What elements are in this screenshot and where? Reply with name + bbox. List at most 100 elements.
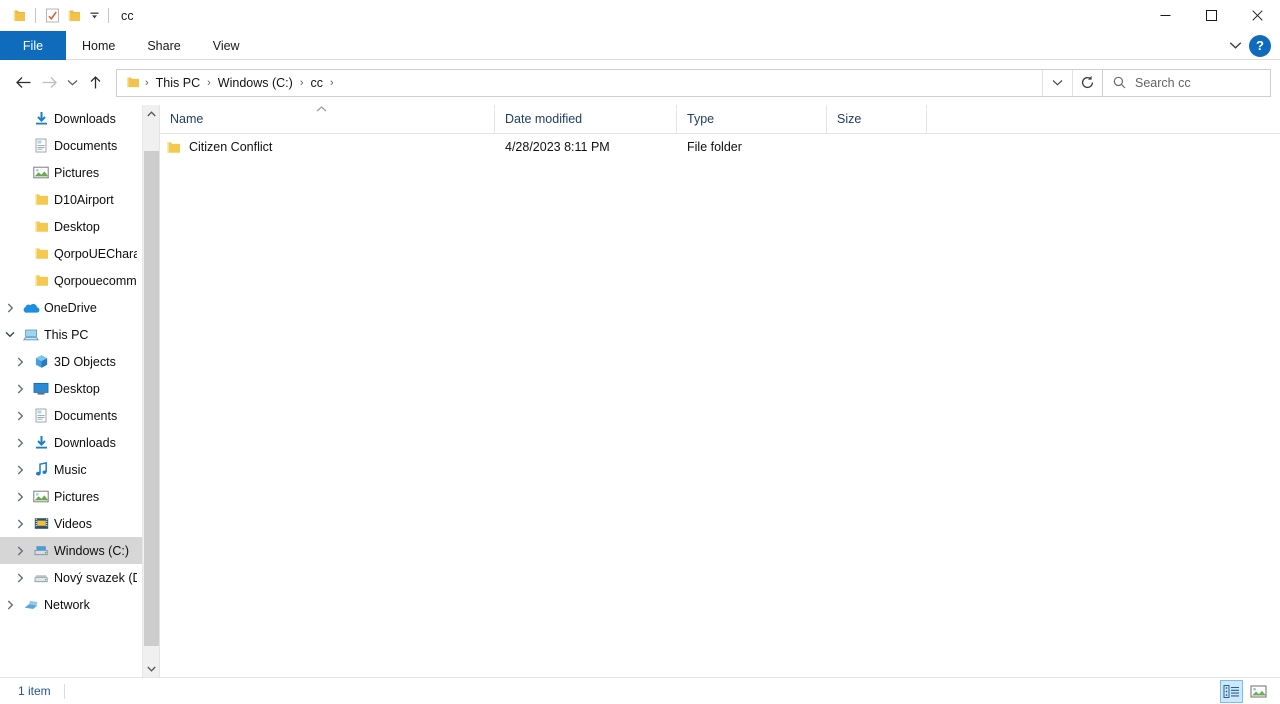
maximize-button[interactable] [1188,0,1234,31]
navigation-scrollbar[interactable] [142,105,159,677]
sidebar-item-label: This PC [44,327,89,342]
chevron-right-icon[interactable] [10,573,30,583]
up-button[interactable] [82,70,108,96]
sidebar-item-label: Downloads [54,111,116,126]
sidebar-item-documents[interactable]: Documents [0,402,159,429]
scrollbar-thumb[interactable] [144,151,159,646]
scroll-up-arrow-icon[interactable] [143,105,159,122]
sidebar-item-pictures[interactable]: Pictures [0,483,159,510]
column-header-size-label: Size [837,112,862,126]
column-header-size[interactable]: Size [827,105,927,133]
sidebar-item-documents[interactable]: Documents [0,132,159,159]
breadcrumb-separator-2[interactable]: › [298,77,306,89]
qat-properties-icon[interactable] [41,5,63,27]
ribbon-collapse-chevron-down-icon[interactable] [1223,34,1247,58]
tab-home[interactable]: Home [66,31,131,60]
videos-icon [30,517,52,530]
sidebar-item-music[interactable]: Music [0,456,159,483]
qat-new-folder-icon[interactable] [63,5,85,27]
sidebar-item-onedrive[interactable]: OneDrive [0,294,159,321]
sidebar-item-label: Network [44,597,90,612]
folder-icon [30,247,52,260]
sidebar-item-label: Desktop [54,219,100,234]
column-header-date-modified[interactable]: Date modified [495,105,677,133]
qat-chevron-down-icon[interactable] [85,5,103,27]
sidebar-item-label: Documents [54,408,118,423]
download-icon [30,111,52,126]
forward-button[interactable] [36,70,62,96]
network-icon [20,598,42,612]
back-button[interactable] [10,70,36,96]
column-header-name[interactable]: Name [160,105,495,133]
sidebar-item-desktop[interactable]: Desktop [0,213,159,240]
chevron-right-icon[interactable] [10,546,30,556]
sidebar-item-pictures[interactable]: Pictures [0,159,159,186]
breadcrumb-folder-icon [123,76,143,89]
chevron-right-icon[interactable] [0,303,20,313]
sidebar-item-this-pc[interactable]: This PC [0,321,159,348]
minimize-button[interactable] [1142,0,1188,31]
column-headers: Name Date modified Type Size [160,105,1280,134]
close-button[interactable] [1234,0,1280,31]
scroll-down-arrow-icon[interactable] [143,660,159,677]
sidebar-item-qorpouecharact[interactable]: QorpoUECharact [0,240,159,267]
breadcrumb-separator-3[interactable]: › [328,77,336,89]
chevron-right-icon[interactable] [10,465,30,475]
breadcrumb-item-this-pc[interactable]: This PC [151,72,205,94]
search-placeholder: Search cc [1135,75,1191,90]
explorer-body: Downloads Documents Pictures D10Airport Desk… [0,105,1280,677]
sidebar-item-label: Videos [54,516,92,531]
chevron-right-icon[interactable] [0,600,20,610]
breadcrumb-item-cc[interactable]: cc [305,72,328,94]
chevron-down-icon[interactable] [0,331,20,338]
sidebar-item-downloads[interactable]: Downloads [0,429,159,456]
sidebar-item-qorpouecommo[interactable]: Qorpouecommo [0,267,159,294]
music-icon [30,462,52,477]
recent-locations-chevron-down-icon[interactable] [62,70,82,96]
address-dropdown-chevron-down-icon[interactable] [1042,69,1072,96]
breadcrumb[interactable]: › This PC › Windows (C:) › cc › [116,68,1103,97]
desktop-icon [30,382,52,395]
chevron-right-icon[interactable] [10,519,30,529]
search-input[interactable]: Search cc [1103,68,1271,97]
chevron-right-icon[interactable] [10,492,30,502]
chevron-right-icon[interactable] [10,411,30,421]
tab-view[interactable]: View [197,31,256,60]
sidebar-item-windows-c[interactable]: Windows (C:) [0,537,159,564]
refresh-icon[interactable] [1072,69,1102,96]
sidebar-item-label: QorpoUECharact [54,246,137,261]
3dobjects-icon [30,354,52,369]
column-header-name-label: Name [170,112,204,126]
onedrive-icon [20,302,42,314]
help-button[interactable]: ? [1249,34,1271,57]
qat-folder-icon[interactable] [8,5,30,27]
sidebar-item-desktop[interactable]: Desktop [0,375,159,402]
details-view-button[interactable] [1220,680,1243,703]
breadcrumb-separator-1[interactable]: › [205,77,213,89]
address-bar: › This PC › Windows (C:) › cc › Search c… [0,60,1280,105]
chevron-right-icon[interactable] [10,438,30,448]
sidebar-item-3d-objects[interactable]: 3D Objects [0,348,159,375]
column-header-date-modified-label: Date modified [505,112,583,126]
status-separator [63,683,65,699]
large-icons-view-button[interactable] [1247,680,1270,703]
chevron-right-icon[interactable] [10,384,30,394]
sidebar-item-network[interactable]: Network [0,591,159,618]
breadcrumb-item-windows-c[interactable]: Windows (C:) [213,72,298,94]
sidebar-item-videos[interactable]: Videos [0,510,159,537]
sidebar-item-label: Desktop [54,381,100,396]
tab-share[interactable]: Share [131,31,196,60]
sidebar-item-downloads[interactable]: Downloads [0,105,159,132]
column-header-type[interactable]: Type [677,105,827,133]
sidebar-item-d10airport[interactable]: D10Airport [0,186,159,213]
chevron-right-icon[interactable] [10,357,30,367]
folder-icon [30,220,52,233]
view-buttons [1220,678,1270,704]
thispc-icon [20,328,42,342]
qat-separator-2 [108,8,109,23]
tab-file[interactable]: File [0,31,66,60]
sidebar-item-label: Nový svazek (D:) [54,570,137,585]
sidebar-item-nov-svazek-d[interactable]: Nový svazek (D:) [0,564,159,591]
table-row[interactable]: Citizen Conflict 4/28/2023 8:11 PM File fo… [160,134,1280,160]
folder-icon [30,274,52,287]
